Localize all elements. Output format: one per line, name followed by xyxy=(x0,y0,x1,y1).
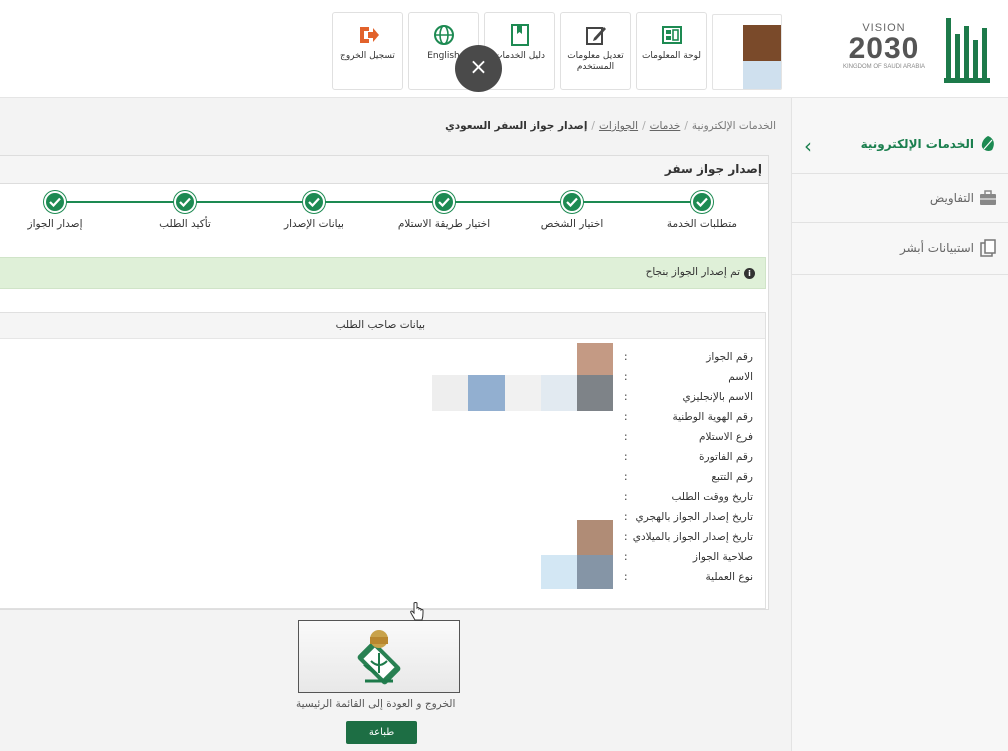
sidebar-item-label: التفاويض xyxy=(929,191,974,205)
dashboard-icon xyxy=(661,26,682,44)
absher-logo[interactable] xyxy=(940,14,996,88)
survey-icon xyxy=(980,239,996,257)
field-label: نوع العملية xyxy=(705,571,753,583)
breadcrumb-separator: / xyxy=(642,120,646,132)
field-label: فرع الاستلام xyxy=(698,431,753,443)
dashboard-label: لوحة المعلومات xyxy=(641,51,702,61)
panel-title: بيانات صاحب الطلب xyxy=(0,313,765,339)
field-label: صلاحية الجواز xyxy=(692,551,753,563)
breadcrumb-item-e-services[interactable]: الخدمات الإلكترونية xyxy=(692,120,776,132)
sidebar-divider xyxy=(792,274,1008,275)
exit-to-main-menu-link[interactable]: الخروج و العودة إلى القائمة الرئيسية xyxy=(296,698,455,710)
sidebar-divider xyxy=(792,173,1008,174)
breadcrumb-separator: / xyxy=(684,120,688,132)
info-icon: i xyxy=(744,268,755,279)
field-label: تاريخ إصدار الجواز بالميلادي xyxy=(632,531,753,543)
progress-line xyxy=(56,201,704,203)
success-alert: i تم إصدار الجواز بنجاح xyxy=(0,257,766,289)
step-label: بيانات الإصدار xyxy=(284,218,344,230)
colon: : xyxy=(624,571,628,583)
vision-year: 2030 xyxy=(848,32,920,65)
leaf-icon xyxy=(981,136,994,151)
colon: : xyxy=(624,391,628,403)
sidebar-item-label: الخدمات الإلكترونية xyxy=(860,137,974,151)
user-avatar[interactable] xyxy=(712,14,782,90)
colon: : xyxy=(624,411,628,423)
colon: : xyxy=(624,431,628,443)
colon: : xyxy=(624,371,628,383)
step-1-check xyxy=(691,191,713,213)
edit-user-info-label: تعديل معلومات المستخدم xyxy=(567,51,624,72)
breadcrumb: الخدمات الإلكترونية/خدمات/الجوازات/إصدار… xyxy=(445,120,776,132)
book-icon xyxy=(510,24,529,46)
step-2-check xyxy=(561,191,583,213)
logout-label: تسجيل الخروج xyxy=(340,51,395,61)
colon: : xyxy=(624,471,628,483)
step-label: اختيار طريقة الاستلام xyxy=(397,218,491,230)
redacted-value xyxy=(577,555,613,589)
step-5-check xyxy=(174,191,196,213)
colon: : xyxy=(624,511,628,523)
sidebar: الخدمات الإلكترونية ‹ التفاويض استبيانات… xyxy=(791,98,1008,751)
field-label: رقم الفاتورة xyxy=(699,451,753,463)
field-label: رقم الجواز xyxy=(706,351,753,363)
colon: : xyxy=(624,531,628,543)
close-overlay-button[interactable]: × xyxy=(455,45,502,92)
step-6-check xyxy=(44,191,66,213)
redacted-value xyxy=(577,343,613,375)
breadcrumb-item-services[interactable]: خدمات xyxy=(650,120,681,132)
colon: : xyxy=(624,451,628,463)
step-label: تأكيد الطلب xyxy=(159,218,211,230)
colon: : xyxy=(624,491,628,503)
field-label: تاريخ ووقت الطلب xyxy=(671,491,753,503)
step-label: متطلبات الخدمة xyxy=(666,218,738,230)
field-label: رقم الهوية الوطنية xyxy=(672,411,753,423)
applicant-data-panel: بيانات صاحب الطلب رقم الجواز الاسم الاسم… xyxy=(0,312,766,609)
sidebar-divider xyxy=(792,222,1008,223)
dashboard-button[interactable]: لوحة المعلومات xyxy=(636,12,707,90)
edit-icon xyxy=(585,27,606,45)
hand-cursor-icon xyxy=(410,602,424,626)
passports-emblem xyxy=(298,620,460,693)
step-4-check xyxy=(303,191,325,213)
redacted-value xyxy=(541,375,577,411)
logout-button[interactable]: تسجيل الخروج xyxy=(332,12,403,90)
breadcrumb-item-current: إصدار جواز السفر السعودي xyxy=(445,120,588,132)
globe-icon xyxy=(433,25,454,45)
avatar-photo-bottom xyxy=(743,61,781,89)
step-3-check xyxy=(433,191,455,213)
redacted-value xyxy=(505,375,541,411)
header: VISION 2030 KINGDOM OF SAUDI ARABIA لوحة… xyxy=(0,0,1008,98)
print-button[interactable]: طباعة xyxy=(346,721,417,744)
breadcrumb-separator: / xyxy=(591,120,595,132)
avatar-photo-top xyxy=(743,25,781,61)
redacted-value xyxy=(577,520,613,555)
redacted-value xyxy=(577,375,613,411)
sidebar-item-e-services[interactable]: الخدمات الإلكترونية xyxy=(861,132,998,156)
field-label: تاريخ إصدار الجواز بالهجري xyxy=(635,511,754,523)
redacted-value xyxy=(432,375,468,411)
edit-user-info-button[interactable]: تعديل معلومات المستخدم xyxy=(560,12,631,90)
step-label: اختيار الشخص xyxy=(540,218,604,230)
logout-icon xyxy=(359,27,379,43)
vision-subtitle: KINGDOM OF SAUDI ARABIA xyxy=(842,64,925,70)
sidebar-item-label: استبيانات أبشر xyxy=(899,241,974,255)
sidebar-item-delegations[interactable]: التفاويض xyxy=(930,186,998,210)
sidebar-item-surveys[interactable]: استبيانات أبشر xyxy=(900,236,998,260)
field-label: الاسم بالإنجليزي xyxy=(682,391,754,403)
step-label: إصدار الجواز xyxy=(27,218,83,230)
vision-2030-logo: VISION 2030 KINGDOM OF SAUDI ARABIA xyxy=(834,22,934,88)
passport-issue-card: إصدار جواز سفر متطلبات الخدمة اختيار الش… xyxy=(0,155,769,610)
success-message: تم إصدار الجواز بنجاح xyxy=(645,266,740,278)
redacted-value xyxy=(468,375,505,411)
briefcase-icon xyxy=(980,190,996,205)
breadcrumb-item-passports[interactable]: الجوازات xyxy=(599,120,638,132)
colon: : xyxy=(624,351,628,363)
redacted-value xyxy=(541,555,577,589)
chevron-left-icon[interactable]: ‹ xyxy=(804,134,812,158)
colon: : xyxy=(624,551,628,563)
field-label: رقم التتبع xyxy=(711,471,753,483)
card-title: إصدار جواز سفر xyxy=(0,156,768,184)
field-label: الاسم xyxy=(728,371,753,383)
